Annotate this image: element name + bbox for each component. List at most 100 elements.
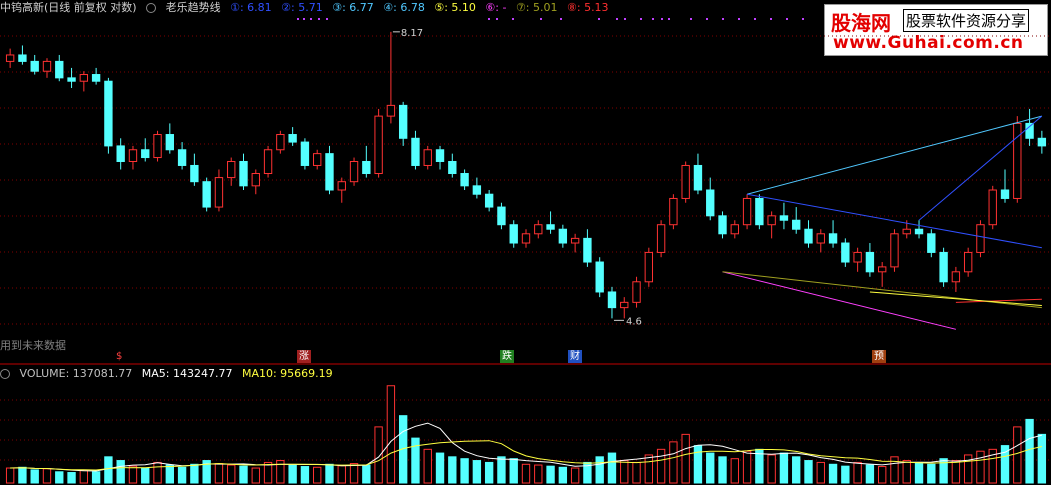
volume-bar <box>570 467 580 484</box>
candle-body <box>190 164 199 183</box>
marker-dot <box>690 18 692 20</box>
candle-body <box>595 261 604 293</box>
candle-body <box>313 153 322 166</box>
candle-body <box>534 224 543 235</box>
candle-body <box>263 149 273 175</box>
candle-body <box>349 160 359 183</box>
volume-bar <box>890 456 899 484</box>
candle-body <box>841 242 850 263</box>
volume-bar <box>263 461 273 484</box>
volume-bar <box>435 452 445 484</box>
candle-body <box>411 137 420 166</box>
volume-bar <box>313 466 322 484</box>
candle-body <box>620 301 629 309</box>
volume-bar <box>804 460 813 484</box>
stock-chart[interactable]: 8.17 4.6 <box>0 0 1051 485</box>
candle-body <box>718 215 727 235</box>
volume-bar <box>521 463 531 484</box>
volume-bar <box>644 454 654 484</box>
candle-body <box>497 206 506 226</box>
candle-body <box>435 149 445 162</box>
volume-bar <box>349 463 359 484</box>
candle-body <box>1000 189 1010 199</box>
volume-bar <box>632 461 641 484</box>
candle-body <box>227 160 236 179</box>
trend-line-lower <box>722 271 957 330</box>
volume-bar <box>878 466 887 484</box>
candle-body <box>939 251 948 283</box>
volume-bar <box>141 467 150 484</box>
volume-bar <box>509 458 518 484</box>
candle-body <box>1025 122 1034 139</box>
candle-body <box>792 219 801 230</box>
candle-body <box>55 60 64 79</box>
volume-bar <box>558 466 568 484</box>
high-label: 8.17 <box>401 28 423 39</box>
volume-bar <box>362 464 371 484</box>
volume-bar <box>227 464 236 484</box>
candle-body <box>67 77 76 82</box>
volume-bar <box>448 456 457 484</box>
candle-body <box>153 134 162 159</box>
candle-body <box>730 224 739 235</box>
marker-dot <box>297 18 299 20</box>
volume-bar <box>828 463 838 484</box>
marker-dot <box>598 18 600 20</box>
marker-dot <box>540 18 542 20</box>
candle-body <box>878 266 887 273</box>
candle-body <box>951 271 961 283</box>
volume-bar <box>607 452 617 484</box>
volume-bar <box>128 465 138 484</box>
volume-bar <box>18 466 27 484</box>
volume-bar <box>767 454 776 484</box>
volume-bar <box>374 426 383 484</box>
candle-body <box>632 281 641 303</box>
candle-body <box>5 54 15 62</box>
candle-body <box>398 104 408 139</box>
volume-bar <box>214 463 224 484</box>
candle-body <box>853 251 862 263</box>
candle-body <box>546 224 555 230</box>
trend-line-upper <box>746 115 1042 195</box>
candle-body <box>276 134 285 151</box>
trend-line-steep <box>918 115 1043 221</box>
volume-bar <box>816 461 825 484</box>
candle-body <box>141 149 150 159</box>
volume-bar <box>386 385 396 484</box>
candle-body <box>423 149 432 166</box>
marker-dot <box>616 18 618 20</box>
candle-body <box>706 189 715 217</box>
candle-body <box>767 215 776 226</box>
candle-body <box>927 233 936 253</box>
candle-body <box>521 233 531 244</box>
marker-dot <box>640 18 642 20</box>
volume-bar <box>718 456 727 484</box>
candle-body <box>570 237 580 244</box>
marker-dot <box>754 18 756 20</box>
candle-body <box>177 149 187 166</box>
marker-dot <box>738 18 740 20</box>
volume-bar <box>30 469 39 484</box>
candle-body <box>804 228 813 244</box>
candle-body <box>42 60 52 72</box>
candle-body <box>104 80 113 147</box>
candle-body <box>472 185 482 195</box>
trend-line-yellow <box>869 291 1042 307</box>
candle-body <box>165 134 174 151</box>
candle-body <box>79 74 89 82</box>
marker-dot <box>326 18 328 20</box>
volume-bar <box>693 445 703 484</box>
candle-body <box>890 233 899 268</box>
candle-body <box>30 60 39 72</box>
volume-bar <box>534 464 543 484</box>
volume-bar <box>325 463 334 484</box>
marker-dot <box>560 18 562 20</box>
volume-bar <box>423 448 432 484</box>
volume-bar <box>460 458 469 484</box>
volume-bar <box>288 464 297 484</box>
candle-body <box>865 251 875 273</box>
marker-dot <box>624 18 626 20</box>
candle-body <box>755 197 764 226</box>
candle-body <box>828 233 838 244</box>
marker-dot <box>318 18 320 20</box>
